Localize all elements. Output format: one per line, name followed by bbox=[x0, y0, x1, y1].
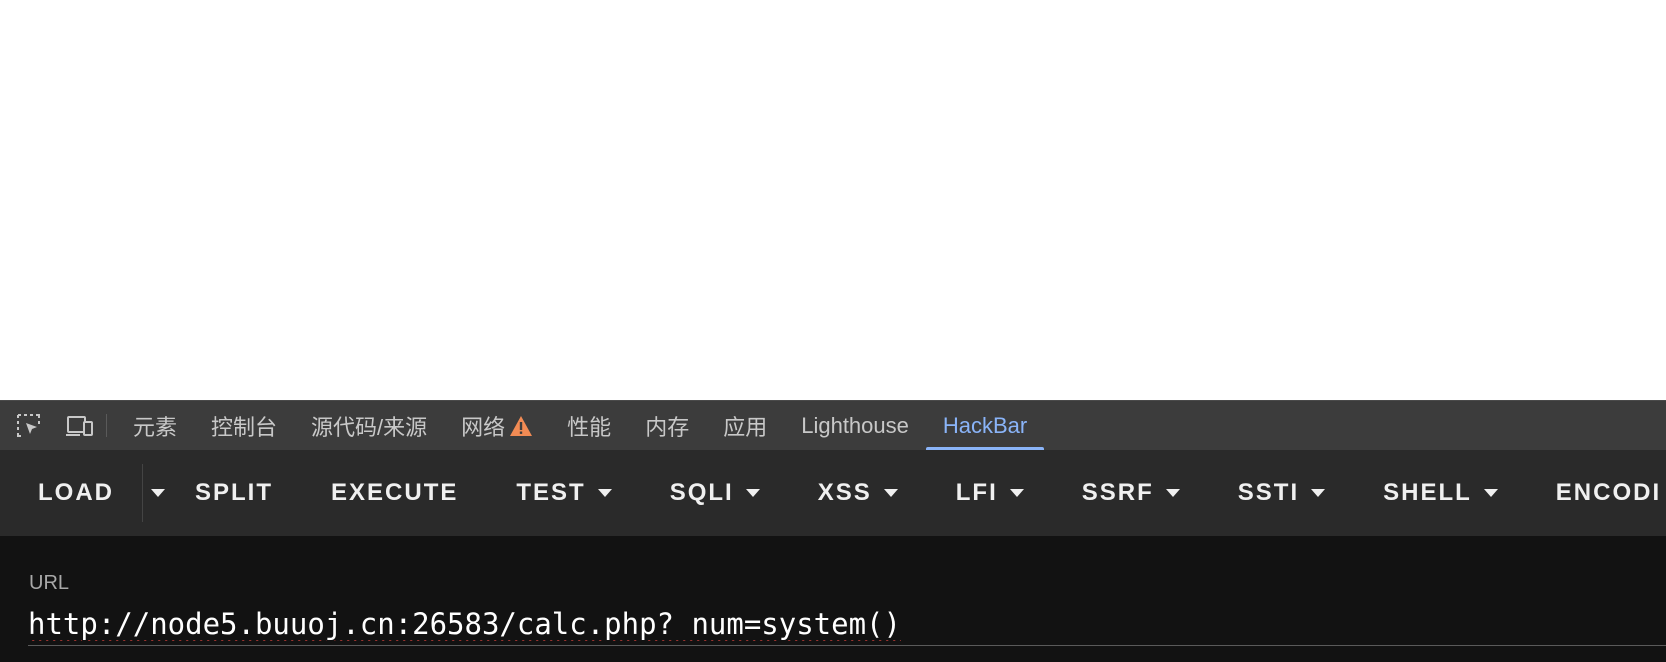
split-label: SPLIT bbox=[195, 479, 274, 506]
tab-elements[interactable]: 元素 bbox=[116, 401, 194, 450]
hackbar-toolbar: LOAD SPLIT EXECUTE TEST SQLI XSS LFI SSR… bbox=[0, 450, 1666, 536]
load-options-dropdown[interactable] bbox=[142, 464, 173, 522]
encoding-menu-button[interactable]: ENCODI bbox=[1556, 464, 1661, 522]
shell-menu-button[interactable]: SHELL bbox=[1383, 464, 1498, 522]
ssrf-label: SSRF bbox=[1081, 479, 1154, 506]
tab-sources[interactable]: 源代码/来源 bbox=[294, 401, 444, 450]
caret-down-icon bbox=[1483, 489, 1498, 497]
url-input[interactable] bbox=[28, 602, 1666, 646]
ssti-label: SSTI bbox=[1237, 479, 1300, 506]
tab-network[interactable]: 网络 bbox=[444, 401, 550, 450]
sqli-menu-button[interactable]: SQLI bbox=[670, 464, 760, 522]
tab-hackbar[interactable]: HackBar bbox=[925, 401, 1045, 450]
caret-down-icon bbox=[883, 489, 898, 497]
xss-menu-button[interactable]: XSS bbox=[818, 464, 898, 522]
sqli-label: SQLI bbox=[669, 479, 734, 506]
split-button[interactable]: SPLIT bbox=[195, 464, 273, 522]
tab-label: 应用 bbox=[723, 414, 768, 440]
lfi-menu-button[interactable]: LFI bbox=[956, 464, 1024, 522]
tab-label: HackBar bbox=[942, 412, 1028, 438]
warning-icon bbox=[509, 415, 533, 437]
test-label: TEST bbox=[516, 479, 586, 506]
tab-label: 控制台 bbox=[211, 414, 278, 440]
caret-down-icon bbox=[745, 489, 760, 497]
ssti-menu-button[interactable]: SSTI bbox=[1237, 464, 1326, 522]
execute-button[interactable]: EXECUTE bbox=[331, 464, 458, 522]
tab-label: Lighthouse bbox=[801, 412, 909, 438]
inspect-element-icon[interactable] bbox=[0, 401, 58, 450]
tab-label: 网络 bbox=[461, 414, 506, 440]
encoding-label: ENCODI bbox=[1555, 479, 1662, 506]
tab-console[interactable]: 控制台 bbox=[194, 401, 294, 450]
page-viewport bbox=[0, 0, 1666, 400]
url-field-label: URL bbox=[29, 572, 70, 594]
load-label: LOAD bbox=[38, 479, 114, 506]
tab-performance[interactable]: 性能 bbox=[550, 401, 628, 450]
tab-application[interactable]: 应用 bbox=[706, 401, 784, 450]
shell-label: SHELL bbox=[1383, 479, 1472, 506]
caret-down-icon bbox=[1165, 489, 1180, 497]
tab-divider bbox=[106, 414, 107, 437]
url-section: URL bbox=[0, 536, 1666, 662]
caret-down-icon bbox=[1009, 489, 1024, 497]
tab-label: 内存 bbox=[645, 414, 690, 440]
caret-down-icon bbox=[1311, 489, 1326, 497]
xss-label: XSS bbox=[817, 479, 872, 506]
device-toolbar-icon[interactable] bbox=[58, 401, 102, 450]
ssrf-menu-button[interactable]: SSRF bbox=[1082, 464, 1180, 522]
tab-memory[interactable]: 内存 bbox=[628, 401, 706, 450]
caret-down-icon bbox=[151, 489, 165, 497]
test-menu-button[interactable]: TEST bbox=[516, 464, 612, 522]
tab-label: 源代码/来源 bbox=[311, 414, 428, 440]
execute-label: EXECUTE bbox=[331, 479, 459, 506]
caret-down-icon bbox=[597, 489, 612, 497]
lfi-label: LFI bbox=[955, 479, 998, 506]
tab-label: 性能 bbox=[567, 414, 612, 440]
devtools-tabbar: 元素 控制台 源代码/来源 网络 性能 内存 应用 Lighthouse Hac… bbox=[0, 400, 1666, 450]
tab-lighthouse[interactable]: Lighthouse bbox=[784, 401, 926, 450]
devtools-panel: 元素 控制台 源代码/来源 网络 性能 内存 应用 Lighthouse Hac… bbox=[0, 400, 1666, 662]
tab-label: 元素 bbox=[133, 414, 178, 440]
load-button[interactable]: LOAD bbox=[0, 464, 142, 522]
